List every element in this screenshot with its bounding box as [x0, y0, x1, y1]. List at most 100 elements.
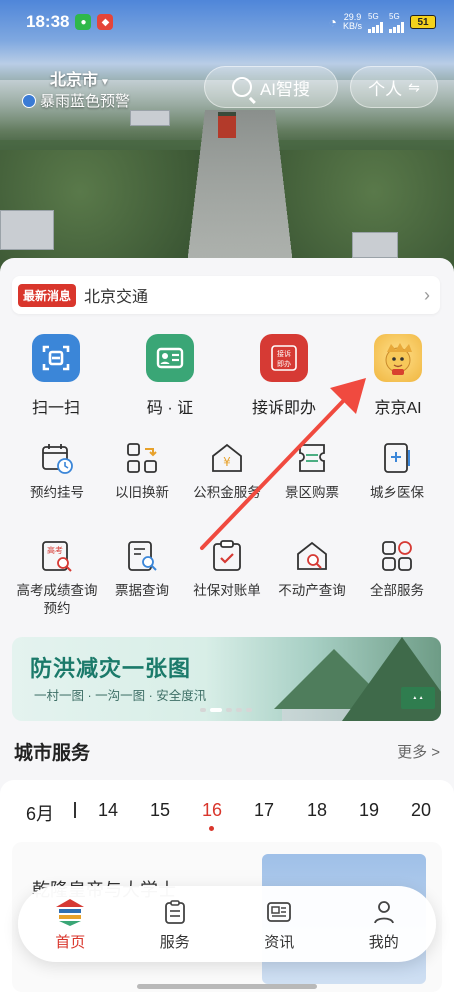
- mascot-icon: [374, 334, 422, 382]
- profile-icon: [349, 897, 419, 927]
- service-housing-fund[interactable]: ¥ 公积金服务: [184, 440, 270, 502]
- service-medical-insurance[interactable]: 城乡医保: [354, 440, 440, 502]
- signal-1: 5G: [368, 12, 383, 33]
- status-bar: 18:38 ● ◆ ◔ 29.9 KB/s 5G 5G 51: [0, 0, 454, 44]
- service-real-estate[interactable]: 不动产查询: [269, 538, 355, 600]
- all-services-icon: [379, 538, 415, 574]
- nav-news[interactable]: 资讯: [244, 897, 314, 952]
- service-scenic-ticket-label: 景区购票: [285, 485, 339, 500]
- banner-title: 防洪减灾一张图: [30, 656, 192, 681]
- service-scan[interactable]: 扫一扫: [8, 334, 104, 418]
- calendar-day[interactable]: 20: [401, 800, 441, 821]
- bottom-navigation: 首页 服务 资讯 我的: [18, 886, 436, 962]
- home-indicator: [137, 984, 317, 989]
- search-icon: [231, 77, 252, 97]
- calendar-month: 6月: [26, 804, 55, 824]
- city-name: 北京市: [50, 72, 99, 89]
- signal-bars-icon: [389, 21, 404, 33]
- building: [352, 232, 398, 258]
- service-trade-in-label: 以旧换新: [115, 485, 169, 500]
- service-trade-in[interactable]: 以旧换新: [99, 440, 185, 502]
- battery-icon: 51: [410, 15, 436, 29]
- personal-mode-button[interactable]: 个人 ⇋: [350, 66, 438, 108]
- medical-insurance-icon: [379, 440, 415, 476]
- chevron-down-icon: ▼: [100, 77, 110, 88]
- svg-text:¥: ¥: [223, 455, 231, 469]
- calendar-day[interactable]: 15: [140, 800, 180, 821]
- calendar-day-selected[interactable]: 16: [192, 800, 232, 821]
- service-exam-score-label: 高考成绩查询预约: [16, 583, 98, 616]
- scan-icon: [32, 334, 80, 382]
- app-notification-icon: ◆: [97, 14, 114, 30]
- receipt-search-icon: [124, 538, 160, 574]
- ai-search-button[interactable]: AI智搜: [204, 66, 338, 108]
- svg-text:接诉: 接诉: [277, 349, 291, 358]
- service-social-security[interactable]: 社保对账单: [184, 538, 270, 600]
- calendar-day[interactable]: 18: [297, 800, 337, 821]
- nav-home[interactable]: 首页: [35, 897, 105, 952]
- building: [0, 210, 54, 250]
- service-code-cert-label: 码 · 证: [146, 400, 194, 417]
- calendar-day[interactable]: 14: [88, 800, 128, 821]
- city-selector[interactable]: 北京市 ▼: [50, 66, 110, 90]
- service-scenic-ticket[interactable]: 景区购票: [269, 440, 355, 502]
- nav-profile[interactable]: 我的: [349, 897, 419, 952]
- service-medical-insurance-label: 城乡医保: [370, 485, 424, 500]
- nav-service-label: 服务: [159, 933, 190, 951]
- news-ticker[interactable]: 最新消息 北京交通 ›: [12, 276, 440, 314]
- net-speed-unit: KB/s: [342, 21, 362, 31]
- service-scan-label: 扫一扫: [31, 400, 80, 417]
- svg-text:即办: 即办: [277, 359, 291, 368]
- more-link[interactable]: 更多 >: [397, 741, 440, 762]
- service-receipt-query[interactable]: 票据查询: [99, 538, 185, 600]
- news-tag: 最新消息: [18, 283, 77, 307]
- divider: [74, 802, 76, 818]
- home-logo-icon: [35, 897, 105, 927]
- calendar-day[interactable]: 19: [349, 800, 389, 821]
- selected-day-dot: [209, 826, 214, 831]
- service-appointment-label: 预约挂号: [30, 485, 84, 500]
- id-card-icon: [146, 334, 194, 382]
- wechat-icon: ●: [75, 14, 92, 30]
- housing-fund-icon: ¥: [209, 440, 245, 476]
- calendar-clock-icon: [39, 440, 75, 476]
- service-housing-fund-label: 公积金服务: [193, 485, 261, 500]
- service-appointment[interactable]: 预约挂号: [14, 440, 100, 502]
- nav-service[interactable]: 服务: [140, 897, 210, 952]
- service-all-label: 全部服务: [370, 583, 424, 598]
- service-complaint[interactable]: 接诉 即办 接诉即办: [236, 334, 332, 418]
- signboard-graphic: ▲ ▲: [401, 687, 435, 709]
- banner-subtitle: 一村一图 · 一沟一图 · 安全度汛: [34, 689, 207, 703]
- exchange-icon: [124, 440, 160, 476]
- carousel-indicator: [200, 708, 252, 712]
- weather-warning[interactable]: 暴雨蓝色预警: [22, 90, 130, 111]
- news-icon: [244, 897, 314, 927]
- signal-2: 5G: [389, 12, 404, 33]
- signal-2-label: 5G: [389, 11, 400, 21]
- service-complaint-label: 接诉即办: [251, 400, 316, 417]
- service-all[interactable]: 全部服务: [354, 538, 440, 600]
- personal-label: 个人: [368, 79, 403, 99]
- service-real-estate-label: 不动产查询: [278, 583, 346, 598]
- signal-1-label: 5G: [368, 11, 379, 21]
- service-jingjing-ai-label: 京京AI: [374, 400, 422, 417]
- building: [130, 110, 170, 126]
- service-jingjing-ai[interactable]: 京京AI: [350, 334, 446, 418]
- ticket-icon: [294, 440, 330, 476]
- warning-icon: [22, 93, 36, 108]
- complaint-icon: 接诉 即办: [260, 334, 308, 382]
- calendar-day[interactable]: 17: [244, 800, 284, 821]
- alarm-icon: ◔: [328, 14, 337, 30]
- nav-news-label: 资讯: [264, 933, 295, 951]
- service-exam-score[interactable]: 高考 高考成绩查询预约: [14, 538, 100, 618]
- warning-text: 暴雨蓝色预警: [40, 93, 131, 110]
- news-text: 北京交通: [84, 289, 149, 306]
- exam-score-icon: 高考: [39, 538, 75, 574]
- service-code-cert[interactable]: 码 · 证: [122, 334, 218, 418]
- service-social-security-label: 社保对账单: [193, 583, 261, 598]
- svg-text:高考: 高考: [47, 545, 63, 555]
- chevron-right-icon: ›: [424, 284, 430, 305]
- signal-bars-icon: [368, 21, 383, 33]
- gate-tower: [218, 112, 236, 138]
- real-estate-icon: [294, 538, 330, 574]
